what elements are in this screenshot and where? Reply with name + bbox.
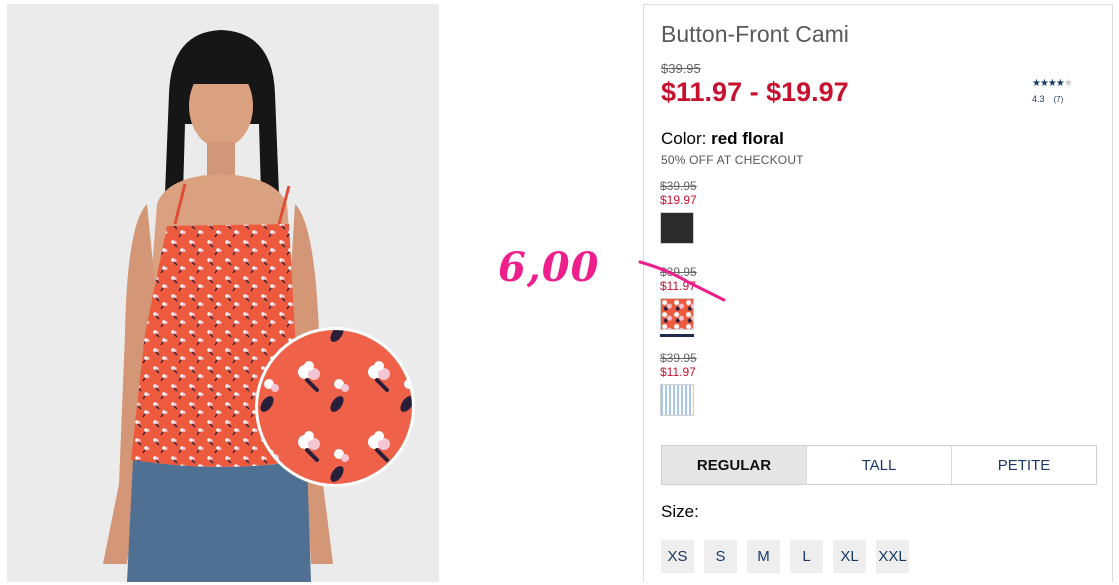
swatch-sale-price: $19.97 [660,193,697,207]
swatch-chip[interactable] [660,384,694,416]
selected-indicator [660,334,694,337]
fit-tabs: REGULAR TALL PETITE [661,445,1097,485]
size-label: Size: [661,502,699,521]
swatch-sale-price: $11.97 [660,279,696,293]
color-selection: Color: red floral [661,129,784,149]
swatch-was-price: $39.95 [660,351,697,365]
swatch-black[interactable]: $39.95 $19.97 [660,179,720,244]
swatch-blue-stripe[interactable]: $39.95 $11.97 [660,351,720,416]
tab-tall[interactable]: TALL [807,446,952,484]
rating-value: 4.3 [1032,94,1045,104]
swatch-chip[interactable] [660,298,694,330]
size-button-m[interactable]: M [747,540,780,573]
sale-price: $11.97 - $19.97 [661,77,849,107]
star-icon: ★★★★★ [1032,78,1073,89]
product-details-panel: Button-Front Cami $39.95 $11.97 - $19.97… [643,4,1113,582]
size-button-s[interactable]: S [704,540,737,573]
original-price: $39.95 [661,61,701,76]
promo-text: 50% OFF AT CHECKOUT [661,153,804,167]
review-count[interactable]: (7) [1054,95,1064,104]
swatch-sale-price: $11.97 [660,365,696,379]
swatch-was-price: $39.95 [660,265,697,279]
handwritten-price-note: 6,00 [498,244,600,291]
tab-petite[interactable]: PETITE [952,446,1096,484]
product-image[interactable] [7,4,439,582]
color-value: red floral [711,129,784,148]
size-options: XS S M L XL XXL [661,540,909,573]
tab-regular[interactable]: REGULAR [662,446,807,484]
size-button-xl[interactable]: XL [833,540,866,573]
model-illustration [103,30,415,582]
swatch-red-floral[interactable]: $39.95 $11.97 [660,265,720,337]
rating-summary[interactable]: ★★★★★ 4.3 (7) [1032,78,1092,104]
product-page: 6,00 Button-Front Cami $39.95 $11.97 - $… [0,0,1119,585]
size-button-l[interactable]: L [790,540,823,573]
swatch-was-price: $39.95 [660,179,697,193]
swatch-chip[interactable] [660,212,694,244]
size-button-xs[interactable]: XS [661,540,694,573]
product-title: Button-Front Cami [661,21,849,47]
color-label: Color: [661,129,707,148]
size-button-xxl[interactable]: XXL [876,540,909,573]
